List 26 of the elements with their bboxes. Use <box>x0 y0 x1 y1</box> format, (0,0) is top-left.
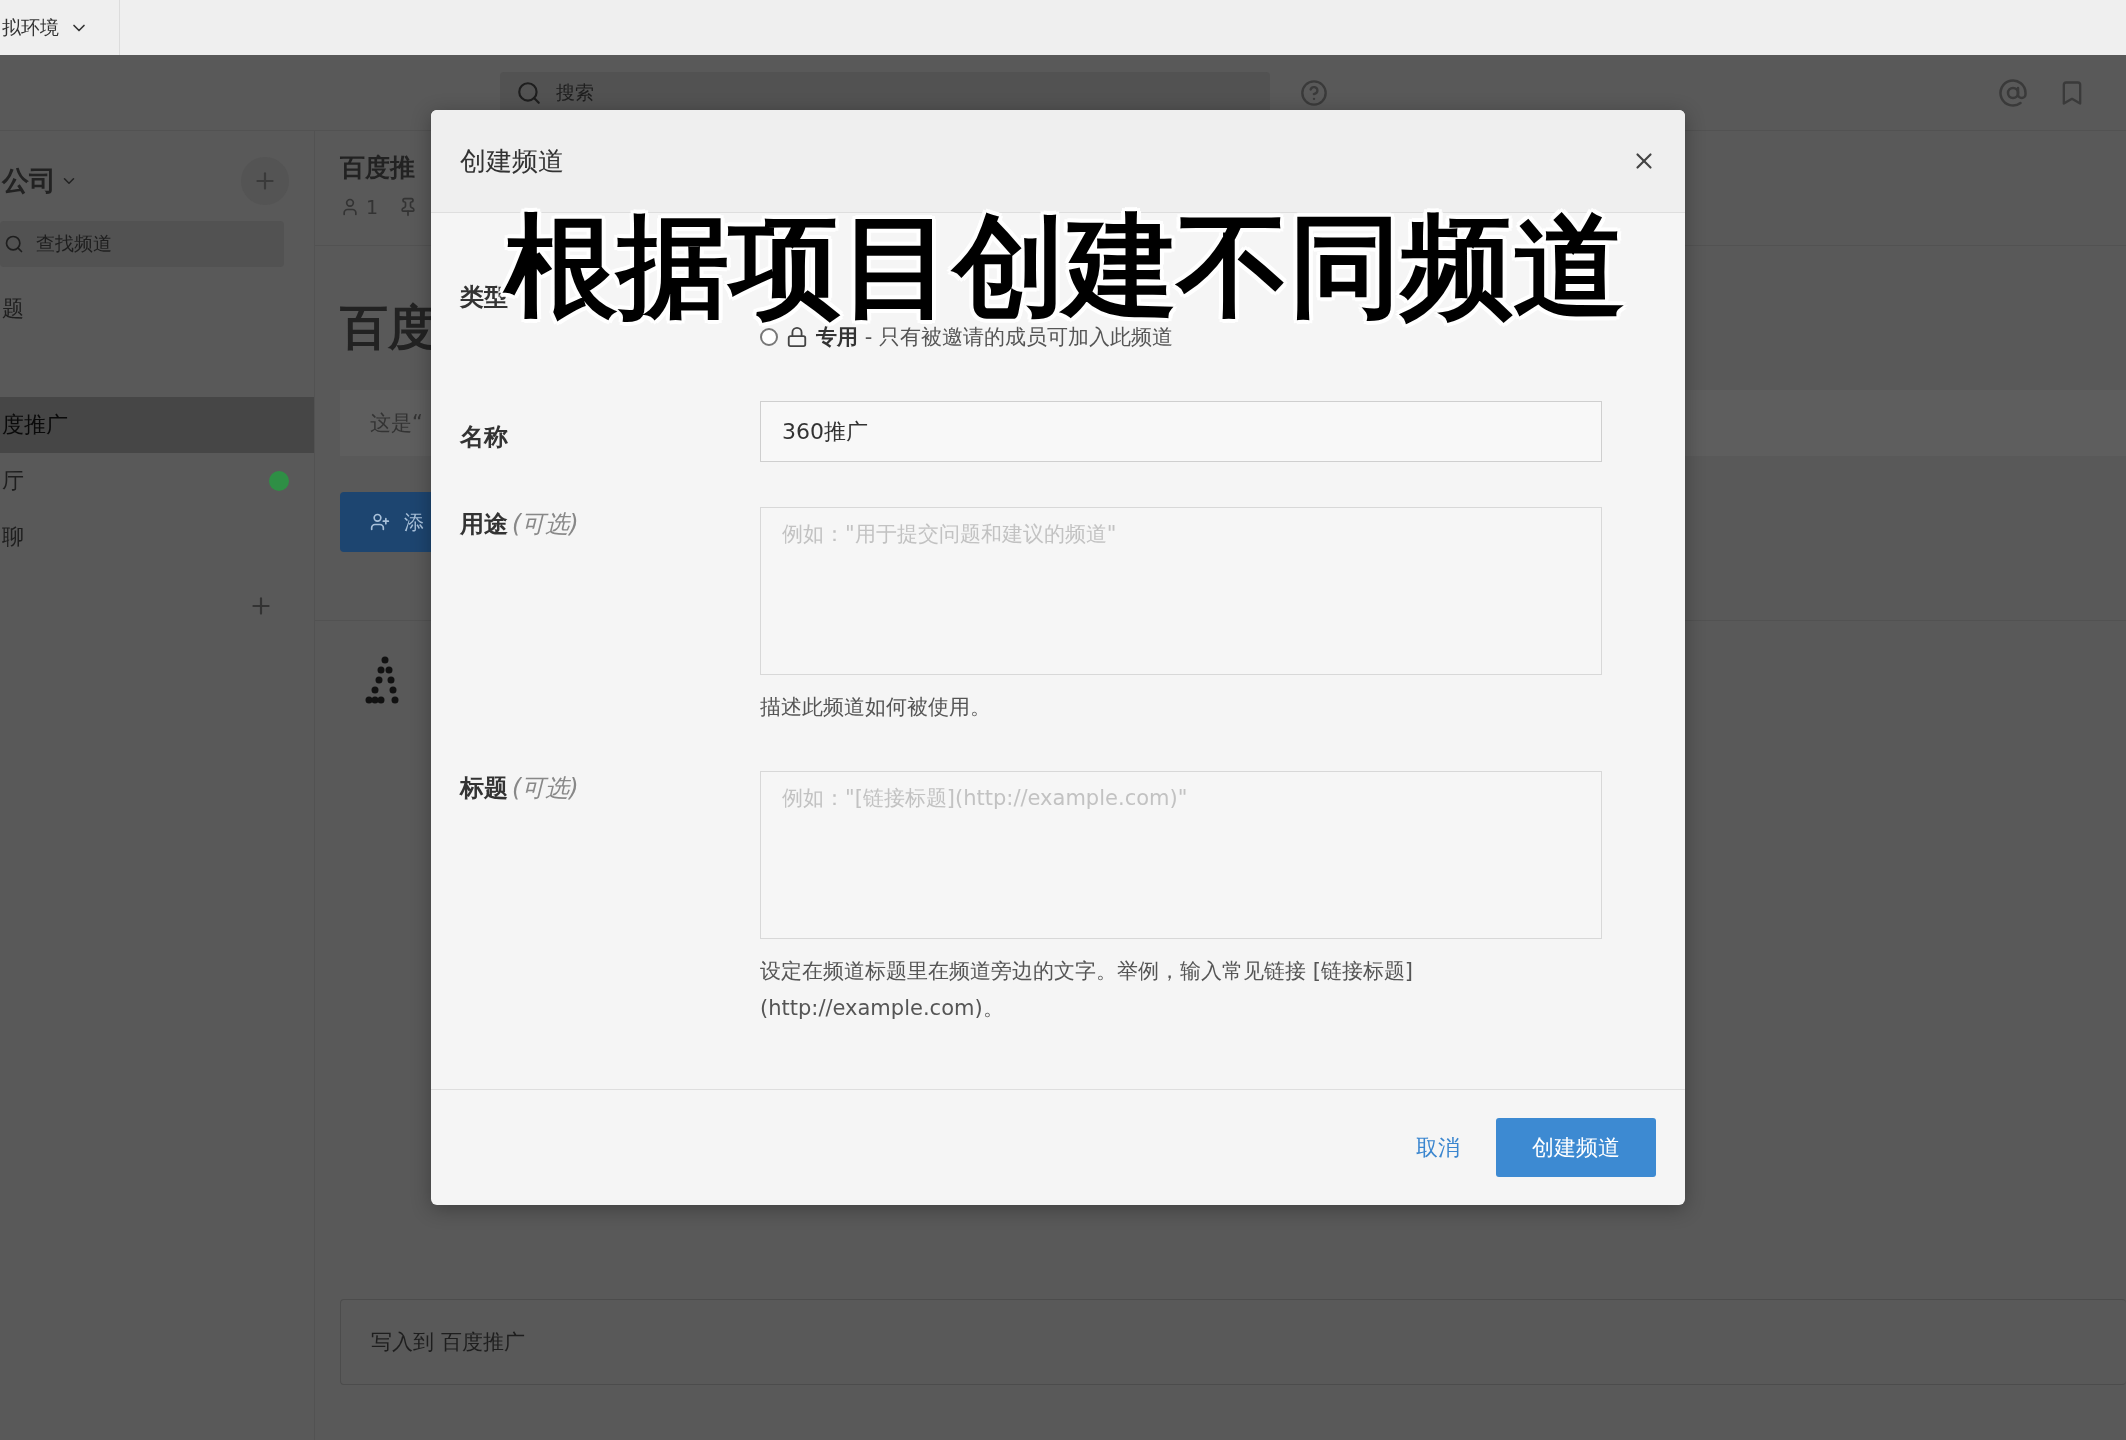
sidebar-item[interactable]: 聊 <box>0 509 314 565</box>
lock-icon <box>786 326 808 348</box>
create-channel-button[interactable]: 创建频道 <box>1496 1118 1656 1177</box>
name-field[interactable]: 360推广 <box>760 401 1602 462</box>
field-label: 名称 <box>460 423 508 451</box>
add-button[interactable] <box>241 157 289 205</box>
help-icon[interactable] <box>1300 78 1328 107</box>
sidebar-item[interactable]: 题 <box>0 281 314 337</box>
field-label: 用途 (可选) <box>460 510 580 538</box>
help-text: 设定在频道标题里在频道旁边的文字。举例，输入常见链接 [链接标题](http://example.com)。 <box>760 958 1415 1022</box>
help-text: 描述此频道如何被使用。 <box>760 694 992 721</box>
logo-icon <box>365 656 401 706</box>
user-icon <box>340 197 360 217</box>
option-label: 专用 - 只有被邀请的成员可加入此频道 <box>816 324 1173 351</box>
search-icon <box>4 234 24 254</box>
environment-label[interactable]: 拟环境 <box>2 14 59 41</box>
search-icon <box>516 79 542 106</box>
sidebar-item[interactable]: 厅 <box>0 453 314 509</box>
cancel-button[interactable]: 取消 <box>1410 1131 1466 1164</box>
mention-icon[interactable] <box>1998 77 2028 108</box>
radio-button[interactable] <box>760 328 778 346</box>
add-user-icon <box>370 512 390 532</box>
field-label: 标题 (可选) <box>460 774 580 802</box>
team-name[interactable]: 公司 <box>2 163 78 199</box>
dialog-title: 创建频道 <box>460 144 564 178</box>
sidebar-item[interactable]: 度推广 <box>0 397 314 453</box>
